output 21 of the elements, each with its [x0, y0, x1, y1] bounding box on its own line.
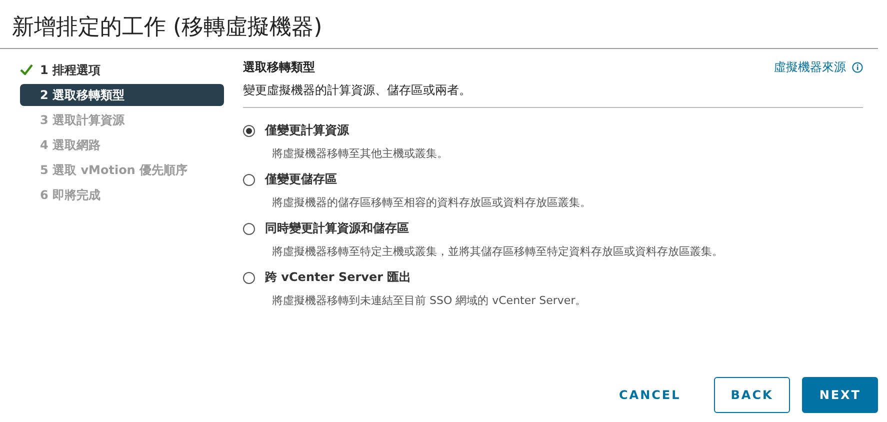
radio-button[interactable]	[243, 272, 255, 284]
info-icon	[852, 62, 863, 72]
option-label: 僅變更儲存區	[265, 171, 337, 188]
back-button[interactable]: BACK	[714, 377, 790, 413]
section-heading: 選取移轉類型	[243, 59, 316, 76]
section-subtitle: 變更虛擬機器的計算資源、儲存區或兩者。	[243, 82, 471, 99]
option-description: 將虛擬機器移轉至特定主機或叢集，並將其儲存區移轉至特定資料存放區或資料存放區叢集。	[272, 244, 724, 259]
option-description: 將虛擬機器移轉到未連結至目前 SSO 網域的 vCenter Server。	[272, 293, 588, 308]
option-label: 同時變更計算資源和儲存區	[265, 220, 409, 237]
wizard-step[interactable]: 1 排程選項	[20, 59, 224, 81]
radio-button[interactable]	[243, 222, 255, 234]
option-description: 將虛擬機器移轉至其他主機或叢集。	[272, 146, 449, 161]
window-title: 新增排定的工作 (移轉虛擬機器)	[0, 0, 878, 49]
radio-button[interactable]	[243, 124, 255, 136]
option-label: 僅變更計算資源	[265, 122, 349, 139]
radio-button[interactable]	[243, 174, 255, 186]
option-description: 將虛擬機器的儲存區移轉至相容的資料存放區或資料存放區叢集。	[272, 195, 592, 210]
next-button[interactable]: NEXT	[802, 377, 878, 413]
source-link[interactable]: 虛擬機器來源	[774, 59, 863, 75]
wizard-step[interactable]: 2 選取移轉類型	[20, 84, 224, 106]
option-label: 跨 vCenter Server 匯出	[265, 269, 412, 286]
